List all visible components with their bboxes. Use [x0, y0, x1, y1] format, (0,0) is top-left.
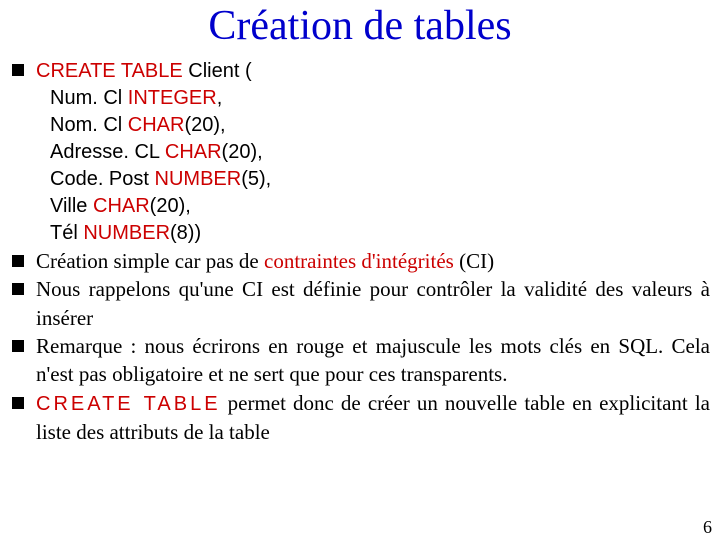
- slide-title: Création de tables: [10, 2, 710, 50]
- sql-create-keyword: CREATE TABLE: [36, 393, 221, 415]
- text-part: (CI): [454, 249, 494, 273]
- sql-create-keyword: CREATE TABLE: [36, 60, 183, 82]
- col-name: Ville: [50, 195, 93, 217]
- bullet-create-table: CREATE TABLE Client (: [10, 56, 710, 85]
- bullet-marker-icon: [12, 255, 24, 267]
- bullet-text: CREATE TABLE Client (: [36, 56, 710, 85]
- slide: Création de tables CREATE TABLE Client (…: [0, 2, 720, 542]
- text-contraintes: contraintes d'intégrités: [264, 249, 454, 273]
- col-name: Tél: [50, 222, 83, 244]
- content-area: CREATE TABLE Client ( Num. Cl INTEGER, N…: [10, 56, 710, 446]
- col-type: NUMBER: [83, 222, 170, 244]
- col-type: NUMBER: [155, 168, 242, 190]
- bullet-text: Nous rappelons qu'une CI est définie pou…: [36, 275, 710, 332]
- col-name: Code. Post: [50, 168, 155, 190]
- bullet-text: Remarque : nous écrirons en rouge et maj…: [36, 332, 710, 389]
- sql-col-numcl: Num. Cl INTEGER,: [50, 85, 710, 112]
- sql-col-ville: Ville CHAR(20),: [50, 193, 710, 220]
- col-name: Nom. Cl: [50, 114, 128, 136]
- sql-col-tel: Tél NUMBER(8)): [50, 220, 710, 247]
- col-name: Num. Cl: [50, 87, 128, 109]
- col-name: Adresse. CL: [50, 141, 165, 163]
- bullet-marker-icon: [12, 340, 24, 352]
- sql-col-nomcl: Nom. Cl CHAR(20),: [50, 112, 710, 139]
- bullet-creation-simple: Création simple car pas de contraintes d…: [10, 247, 710, 275]
- bullet-marker-icon: [12, 397, 24, 409]
- col-tail: (8)): [170, 222, 201, 244]
- col-tail: (20),: [150, 195, 191, 217]
- bullet-text: CREATE TABLE permet donc de créer un nou…: [36, 389, 710, 446]
- col-type: CHAR: [93, 195, 150, 217]
- col-type: CHAR: [128, 114, 185, 136]
- sql-col-adresse: Adresse. CL CHAR(20),: [50, 139, 710, 166]
- bullet-marker-icon: [12, 283, 24, 295]
- bullet-rappel-ci: Nous rappelons qu'une CI est définie pou…: [10, 275, 710, 332]
- bullet-create-explain: CREATE TABLE permet donc de créer un nou…: [10, 389, 710, 446]
- col-tail: (20),: [184, 114, 225, 136]
- bullet-marker-icon: [12, 64, 24, 76]
- bullet-text: Création simple car pas de contraintes d…: [36, 247, 710, 275]
- col-tail: (20),: [222, 141, 263, 163]
- page-number: 6: [703, 517, 712, 538]
- col-type: INTEGER: [128, 87, 217, 109]
- col-tail: (5),: [241, 168, 271, 190]
- bullet-remarque: Remarque : nous écrirons en rouge et maj…: [10, 332, 710, 389]
- sql-col-codepost: Code. Post NUMBER(5),: [50, 166, 710, 193]
- col-type: CHAR: [165, 141, 222, 163]
- sql-table-name: Client (: [183, 60, 252, 82]
- text-part: Création simple car pas de: [36, 249, 264, 273]
- col-tail: ,: [217, 87, 223, 109]
